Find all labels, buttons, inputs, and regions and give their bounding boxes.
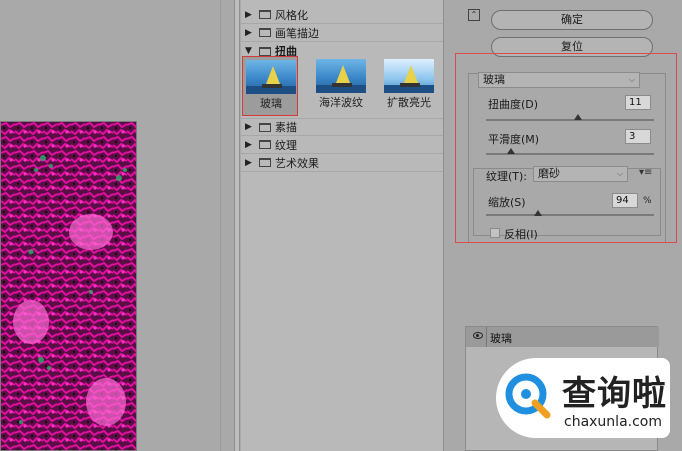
- panel-splitter[interactable]: [234, 0, 240, 451]
- watermark-url: chaxunla.com: [564, 414, 662, 430]
- filter-preview-image: [384, 59, 434, 93]
- category-label: 艺术效果: [275, 156, 319, 170]
- folder-icon: [259, 46, 271, 56]
- filter-list-empty-area: [241, 172, 443, 451]
- filter-gallery-list: ▶ 风格化 ▶ 画笔描边 ▼ 扭曲 玻璃 海洋波纹 扩散亮光 ▶ 素描 ▶ 纹理…: [241, 0, 443, 451]
- folder-icon: [259, 140, 271, 149]
- category-label: 纹理: [275, 138, 297, 152]
- filter-thumb-diffuse-glow[interactable]: 扩散亮光: [381, 56, 437, 116]
- filter-thumb-label: 扩散亮光: [387, 96, 431, 109]
- category-artistic[interactable]: ▶ 艺术效果: [241, 154, 443, 172]
- category-label: 风格化: [275, 8, 308, 22]
- watermark-name: 查询啦: [562, 374, 667, 414]
- expand-triangle-icon: ▶: [245, 139, 252, 150]
- distort-filter-thumbnails: 玻璃 海洋波纹 扩散亮光: [241, 56, 443, 118]
- magnifier-logo-icon: [505, 373, 551, 419]
- preview-canvas[interactable]: [0, 0, 221, 451]
- filter-thumb-ocean-ripple[interactable]: 海洋波纹: [313, 56, 369, 116]
- watermark: 查询啦 chaxunla.com: [496, 358, 670, 438]
- filter-thumb-label: 海洋波纹: [319, 96, 363, 109]
- filter-thumb-glass[interactable]: 玻璃: [242, 56, 298, 116]
- filter-thumb-label: 玻璃: [260, 97, 282, 110]
- category-stylize[interactable]: ▶ 风格化: [241, 6, 443, 24]
- expand-triangle-icon: ▶: [245, 122, 252, 132]
- category-sketch[interactable]: ▶ 素描: [241, 118, 443, 136]
- expand-triangle-icon: ▶: [245, 27, 252, 38]
- category-texture[interactable]: ▶ 纹理: [241, 136, 443, 154]
- eye-icon[interactable]: [473, 332, 483, 339]
- effect-layer-glass[interactable]: 玻璃: [466, 327, 659, 347]
- preview-area: [0, 0, 235, 451]
- panel-splitter[interactable]: [443, 0, 455, 451]
- folder-icon: [259, 122, 271, 132]
- folder-icon: [259, 10, 271, 19]
- category-label: 画笔描边: [275, 26, 319, 40]
- preview-image: [0, 121, 137, 451]
- highlight-annotation: [455, 53, 677, 243]
- expand-triangle-icon: ▶: [245, 157, 252, 168]
- category-label: 素描: [275, 121, 297, 134]
- folder-icon: [259, 28, 271, 37]
- collapse-triangle-icon: ▼: [245, 46, 252, 56]
- divider: [486, 327, 487, 347]
- folder-icon: [259, 158, 271, 167]
- filter-preview-image: [246, 60, 296, 94]
- expand-triangle-icon: ▶: [245, 9, 252, 20]
- effect-layer-label: 玻璃: [490, 332, 512, 345]
- collapse-gallery-icon[interactable]: ⌃: [468, 9, 480, 21]
- category-brush-strokes[interactable]: ▶ 画笔描边: [241, 24, 443, 42]
- ok-button[interactable]: 确定: [491, 10, 653, 30]
- filter-preview-image: [316, 59, 366, 93]
